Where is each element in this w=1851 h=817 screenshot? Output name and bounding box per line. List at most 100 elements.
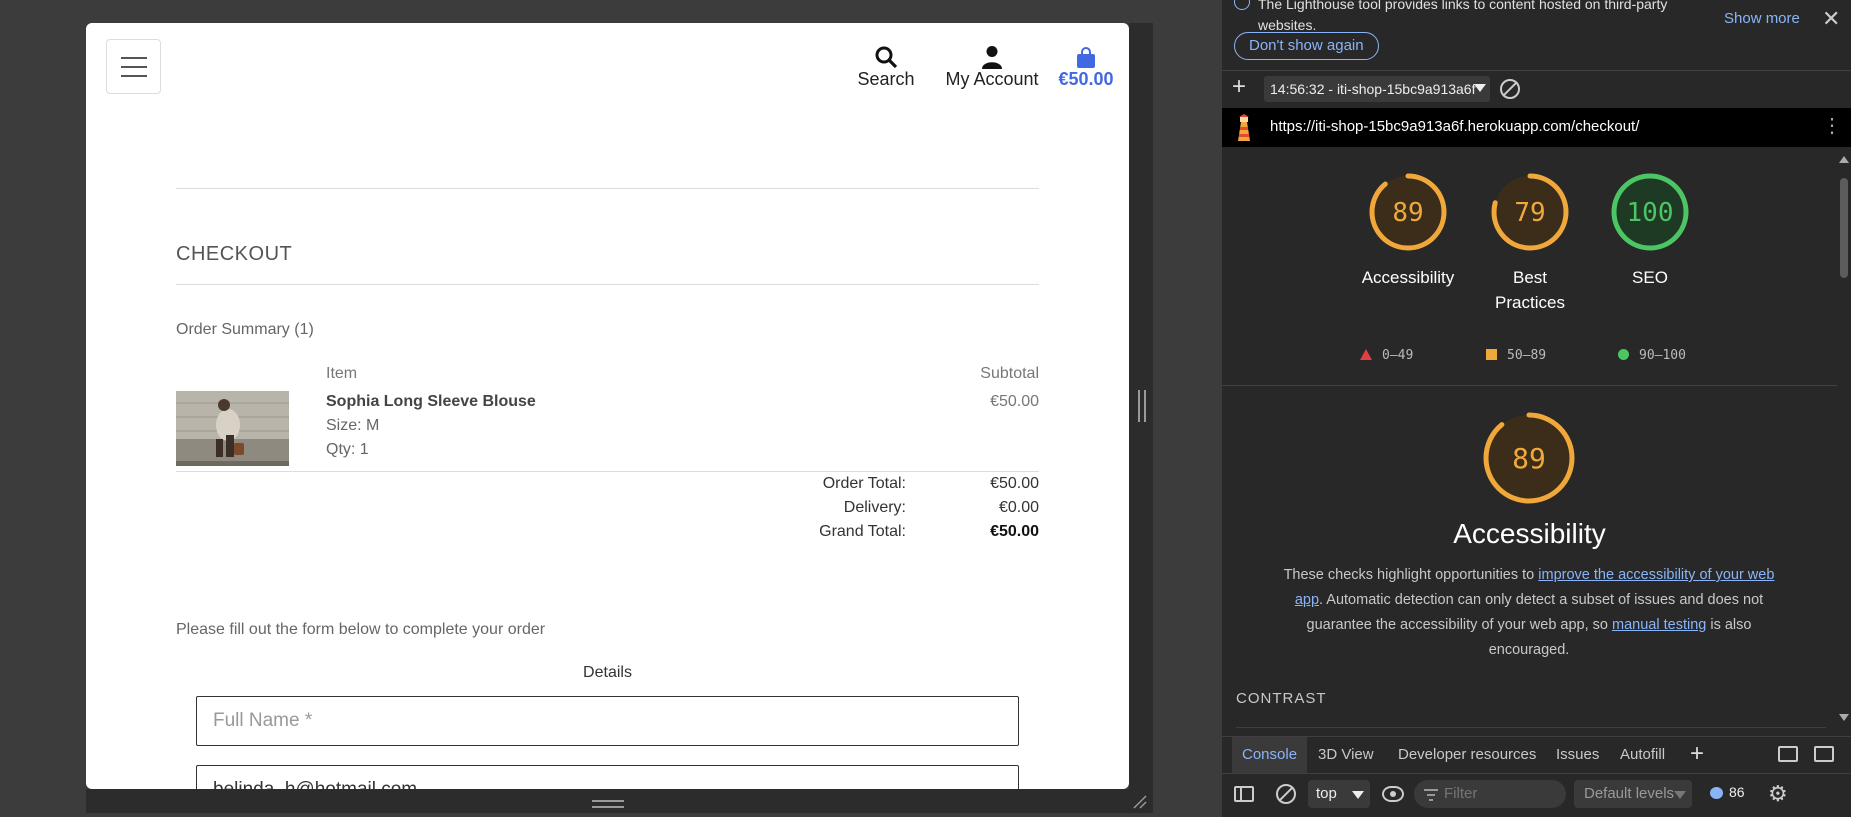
page-title: CHECKOUT bbox=[176, 243, 293, 265]
lighthouse-toolbar: + 14:56:32 - iti-shop-15bc9a913a6f bbox=[1222, 70, 1851, 106]
product-name: Sophia Long Sleeve Blouse bbox=[326, 393, 536, 410]
gauge-label-best-practices: Best Practices bbox=[1495, 268, 1565, 312]
legend-pass: 90–100 bbox=[1618, 348, 1686, 363]
drawer-tab-bar: Console 3D View Developer resources Issu… bbox=[1222, 736, 1851, 773]
triangle-icon bbox=[1360, 349, 1372, 360]
product-size: Size: M bbox=[326, 417, 380, 434]
height-resize-handle[interactable] bbox=[592, 800, 624, 808]
divider bbox=[1222, 385, 1837, 386]
legend-fail-label: 0–49 bbox=[1382, 348, 1414, 363]
grand-total-value: €50.00 bbox=[990, 523, 1039, 540]
width-resize-handle[interactable] bbox=[1138, 390, 1146, 422]
show-more-link[interactable]: Show more bbox=[1724, 10, 1800, 27]
cart-total: €50.00 bbox=[1058, 69, 1114, 89]
shopping-bag-icon bbox=[1046, 41, 1126, 69]
order-summary-heading: Order Summary (1) bbox=[176, 321, 314, 338]
gauge-accessibility[interactable]: 89 bbox=[1368, 172, 1448, 257]
menu-bar-icon bbox=[120, 65, 147, 68]
square-icon bbox=[1486, 349, 1497, 360]
dropdown-caret-icon bbox=[1352, 791, 1364, 799]
info-bar: The Lighthouse tool provides links to co… bbox=[1222, 0, 1851, 68]
more-options-icon[interactable]: ⋮ bbox=[1822, 116, 1842, 136]
gauge-label-seo: SEO bbox=[1632, 268, 1668, 287]
legend-pass-label: 90–100 bbox=[1639, 348, 1686, 363]
column-header-subtotal: Subtotal bbox=[980, 365, 1039, 382]
delivery-value: €0.00 bbox=[998, 499, 1039, 516]
order-total-value: €50.00 bbox=[990, 475, 1039, 492]
scroll-thumb[interactable] bbox=[1840, 178, 1848, 278]
product-qty: Qty: 1 bbox=[326, 441, 369, 458]
lighthouse-logo-icon bbox=[1234, 114, 1254, 142]
tab-console[interactable]: Console bbox=[1232, 737, 1308, 773]
delivery-label: Delivery: bbox=[843, 499, 906, 516]
message-count-value: 86 bbox=[1729, 784, 1745, 800]
product-subtotal: €50.00 bbox=[990, 393, 1039, 410]
contrast-heading[interactable]: CONTRAST bbox=[1236, 690, 1327, 707]
tab-developer-resources[interactable]: Developer resources bbox=[1388, 737, 1546, 773]
user-icon bbox=[932, 41, 1052, 69]
divider bbox=[1236, 727, 1826, 728]
gear-icon[interactable]: ⚙ bbox=[1768, 780, 1788, 808]
device-emulation-area: Search My Account €50.00 CHECKOUT Order … bbox=[0, 0, 1222, 817]
dont-show-again-button[interactable]: Don't show again bbox=[1234, 32, 1379, 60]
info-bar-text: The Lighthouse tool provides links to co… bbox=[1258, 0, 1668, 33]
emulated-page: Search My Account €50.00 CHECKOUT Order … bbox=[86, 23, 1129, 789]
gauge-seo[interactable]: 100 bbox=[1610, 172, 1690, 257]
tab-3d-view[interactable]: 3D View bbox=[1308, 737, 1384, 773]
form-intro-text: Please fill out the form below to comple… bbox=[176, 621, 546, 638]
nav-search-label: Search bbox=[857, 69, 915, 89]
menu-toggle-button[interactable] bbox=[106, 39, 161, 94]
product-image bbox=[176, 391, 289, 466]
scroll-down-icon[interactable] bbox=[1839, 714, 1849, 721]
svg-text:89: 89 bbox=[1512, 442, 1546, 475]
nav-search-link[interactable]: Search bbox=[856, 41, 916, 90]
report-selector[interactable]: 14:56:32 - iti-shop-15bc9a913a6f bbox=[1264, 76, 1490, 102]
svg-text:89: 89 bbox=[1392, 198, 1423, 228]
search-icon bbox=[856, 41, 916, 69]
circle-icon bbox=[1618, 349, 1629, 360]
show-sidebar-icon[interactable] bbox=[1234, 786, 1254, 802]
clear-console-icon[interactable] bbox=[1276, 784, 1296, 804]
close-icon[interactable]: ✕ bbox=[1822, 8, 1840, 30]
dock-bottom-icon[interactable] bbox=[1814, 746, 1834, 762]
manual-testing-link[interactable]: manual testing bbox=[1612, 617, 1706, 633]
divider bbox=[176, 284, 1039, 285]
menu-bar-icon bbox=[120, 74, 147, 77]
full-name-input[interactable] bbox=[196, 696, 1019, 746]
desc-text: These checks highlight opportunities to bbox=[1283, 567, 1539, 583]
divider bbox=[176, 471, 1039, 472]
new-report-icon[interactable]: + bbox=[1232, 73, 1246, 101]
message-count[interactable]: 86 bbox=[1710, 784, 1745, 800]
corner-resize-handle[interactable] bbox=[1132, 794, 1148, 810]
more-tabs-icon[interactable]: + bbox=[1690, 737, 1704, 771]
console-toolbar: top Default levels 86 ⚙ bbox=[1222, 773, 1851, 813]
email-input[interactable] bbox=[196, 765, 1019, 789]
svg-text:79: 79 bbox=[1514, 198, 1545, 228]
report-url-bar: https://iti-shop-15bc9a913a6f.herokuapp.… bbox=[1222, 108, 1851, 147]
tab-issues[interactable]: Issues bbox=[1546, 737, 1609, 773]
accessibility-description: These checks highlight opportunities to … bbox=[1274, 563, 1784, 663]
column-header-item: Item bbox=[326, 365, 358, 382]
undock-icon[interactable] bbox=[1778, 746, 1798, 762]
legend-average-label: 50–89 bbox=[1507, 348, 1547, 363]
live-expression-icon[interactable] bbox=[1382, 786, 1404, 802]
devtools-panel: The Lighthouse tool provides links to co… bbox=[1222, 0, 1851, 817]
report-url[interactable]: https://iti-shop-15bc9a913a6f.herokuapp.… bbox=[1270, 118, 1639, 135]
nav-account-link[interactable]: My Account bbox=[932, 41, 1052, 90]
legend-fail: 0–49 bbox=[1360, 348, 1413, 363]
dropdown-caret-icon bbox=[1674, 791, 1686, 799]
divider bbox=[176, 188, 1039, 189]
gauge-best-practices[interactable]: 79 bbox=[1490, 172, 1570, 257]
gauge-label-accessibility: Accessibility bbox=[1361, 268, 1455, 287]
report-scrollbar[interactable] bbox=[1837, 148, 1851, 728]
order-total-label: Order Total: bbox=[822, 475, 906, 492]
clear-reports-icon[interactable] bbox=[1500, 79, 1520, 99]
menu-bar-icon bbox=[120, 56, 147, 59]
tab-autofill[interactable]: Autofill bbox=[1610, 737, 1675, 773]
svg-text:100: 100 bbox=[1627, 198, 1674, 228]
details-legend: Details bbox=[583, 664, 632, 681]
scroll-up-icon[interactable] bbox=[1839, 156, 1849, 163]
nav-cart-link[interactable]: €50.00 bbox=[1046, 41, 1126, 90]
filter-icon bbox=[1424, 788, 1438, 801]
accessibility-score-gauge: 89 bbox=[1482, 411, 1576, 510]
